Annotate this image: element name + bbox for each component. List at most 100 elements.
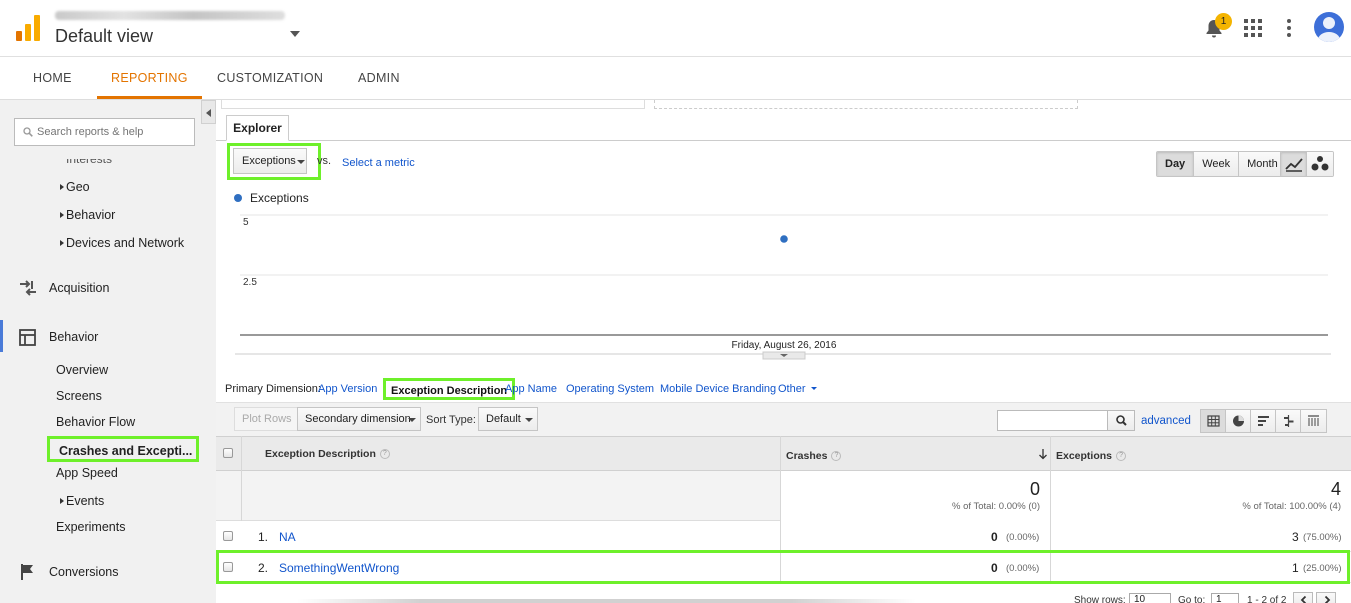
explorer-chart: 5 2.5 Friday, August 26, 2016 xyxy=(235,214,1331,360)
tab-reporting[interactable]: REPORTING xyxy=(97,57,202,99)
comparison-icon xyxy=(1284,415,1294,427)
search-input[interactable] xyxy=(37,123,187,141)
month-button[interactable]: Month xyxy=(1239,152,1286,176)
next-page-button[interactable] xyxy=(1316,592,1336,603)
table-filter-input[interactable] xyxy=(997,410,1108,431)
bar-list-icon xyxy=(1258,416,1269,426)
row-crashes-percent: (0.00%) xyxy=(1006,563,1040,574)
dimension-operating-system[interactable]: Operating System xyxy=(566,383,654,395)
row-link[interactable]: SomethingWentWrong xyxy=(279,561,399,575)
row-checkbox[interactable] xyxy=(223,562,233,572)
motion-chart-button[interactable] xyxy=(1307,152,1333,176)
data-table-view-button[interactable] xyxy=(1201,410,1226,432)
sidebar-item-events[interactable]: Events xyxy=(66,494,104,508)
y-tick-label: 2.5 xyxy=(243,277,257,288)
sidebar-item-app-speed[interactable]: App Speed xyxy=(56,466,118,480)
week-button[interactable]: Week xyxy=(1194,152,1240,176)
secondary-dimension-dropdown[interactable]: Secondary dimension xyxy=(297,407,421,431)
view-name[interactable]: Default view xyxy=(55,26,153,47)
go-to-input[interactable]: 1 xyxy=(1211,593,1239,603)
sidebar-section-conversions[interactable]: Conversions xyxy=(49,565,118,579)
collapse-sidebar-button[interactable] xyxy=(201,100,216,124)
select-all-checkbox[interactable] xyxy=(223,448,233,458)
tab-explorer[interactable]: Explorer xyxy=(226,115,289,141)
pivot-view-button[interactable] xyxy=(1301,410,1326,432)
show-rows-label: Show rows: xyxy=(1074,595,1126,603)
conversions-flag-icon xyxy=(21,564,33,580)
dimension-exception-description[interactable]: Exception Description xyxy=(383,378,516,400)
tab-divider xyxy=(216,140,1351,141)
pie-chart-icon xyxy=(1233,415,1244,427)
help-icon[interactable]: ? xyxy=(1116,451,1127,462)
row-checkbox[interactable] xyxy=(223,531,233,541)
segment-box[interactable] xyxy=(221,100,645,109)
more-options-icon[interactable] xyxy=(1287,19,1291,37)
dimension-other[interactable]: Other xyxy=(778,383,817,395)
select-metric-link[interactable]: Select a metric xyxy=(342,157,415,169)
comparison-view-button[interactable] xyxy=(1276,410,1301,432)
advanced-filter-link[interactable]: advanced xyxy=(1141,415,1191,427)
add-segment-box[interactable] xyxy=(654,100,1078,109)
sidebar-item-behavior-flow[interactable]: Behavior Flow xyxy=(56,415,135,429)
tab-admin[interactable]: ADMIN xyxy=(358,57,400,99)
row-number: 2. xyxy=(258,561,269,575)
sort-type-dropdown[interactable]: Default xyxy=(478,407,538,431)
pie-view-button[interactable] xyxy=(1226,410,1251,432)
search-box[interactable] xyxy=(14,118,195,146)
legend-swatch xyxy=(234,194,242,202)
avatar[interactable] xyxy=(1314,12,1344,42)
table-row[interactable]: 1. NA 0 (0.00%) 3 (75.00%) xyxy=(216,521,1351,552)
metric-dropdown[interactable]: Exceptions xyxy=(233,148,307,174)
sidebar-item-overview[interactable]: Overview xyxy=(56,363,108,377)
expand-triangle-icon[interactable] xyxy=(60,240,64,246)
column-header-crashes[interactable]: Crashes? xyxy=(786,450,842,462)
sidebar-section-acquisition[interactable]: Acquisition xyxy=(49,281,109,295)
expand-triangle-icon[interactable] xyxy=(60,498,64,504)
plot-rows-button[interactable]: Plot Rows xyxy=(234,407,300,431)
column-divider xyxy=(1050,436,1051,583)
day-button[interactable]: Day xyxy=(1157,152,1195,176)
column-header-exceptions[interactable]: Exceptions? xyxy=(1056,450,1127,462)
sidebar-item-audience-behavior[interactable]: Behavior xyxy=(66,208,115,222)
selected-section-indicator xyxy=(0,320,3,352)
secondary-dimension-label: Secondary dimension xyxy=(305,413,411,425)
help-icon[interactable]: ? xyxy=(831,451,842,462)
table-row[interactable]: 2. SomethingWentWrong 0 (0.00%) 1 (25.00… xyxy=(216,552,1351,583)
sidebar-section-behavior[interactable]: Behavior xyxy=(49,330,98,344)
sidebar-item-crashes-exceptions[interactable]: Crashes and Excepti... xyxy=(47,436,199,462)
dimension-app-version[interactable]: App Version xyxy=(318,383,377,395)
help-icon[interactable]: ? xyxy=(379,449,390,460)
sidebar-item-experiments[interactable]: Experiments xyxy=(56,520,125,534)
expand-triangle-icon[interactable] xyxy=(60,184,64,190)
table-filter-search-button[interactable] xyxy=(1107,410,1135,431)
table-view-buttons xyxy=(1200,409,1327,433)
performance-view-button[interactable] xyxy=(1251,410,1276,432)
column-header-label: Exception Description xyxy=(265,448,376,460)
chevron-right-icon xyxy=(1324,595,1331,603)
dimension-mobile-device-branding[interactable]: Mobile Device Branding xyxy=(660,383,776,395)
notification-badge: 1 xyxy=(1215,13,1232,30)
column-header-exception-description[interactable]: Exception Description? xyxy=(265,448,390,460)
pivot-table-icon xyxy=(1308,415,1319,426)
line-chart-button[interactable] xyxy=(1281,152,1307,176)
row-crashes-percent: (0.00%) xyxy=(1006,532,1040,543)
expand-triangle-icon[interactable] xyxy=(60,212,64,218)
dimension-app-name[interactable]: App Name xyxy=(505,383,557,395)
time-granularity-buttons: Day Week Month xyxy=(1156,151,1287,177)
sidebar-item-interests[interactable]: Interests xyxy=(66,159,112,166)
column-header-label: Exceptions xyxy=(1056,450,1113,462)
tab-customization[interactable]: CUSTOMIZATION xyxy=(217,57,323,99)
sidebar-item-geo[interactable]: Geo xyxy=(66,180,90,194)
primary-dimension-label: Primary Dimension: xyxy=(225,383,321,395)
view-dropdown-caret-icon[interactable] xyxy=(290,31,300,37)
tab-home[interactable]: HOME xyxy=(33,57,72,99)
row-link[interactable]: NA xyxy=(279,530,296,544)
sidebar-item-screens[interactable]: Screens xyxy=(56,389,102,403)
prev-page-button[interactable] xyxy=(1293,592,1313,603)
apps-grid-icon[interactable] xyxy=(1244,19,1262,37)
sidebar-item-devices-network[interactable]: Devices and Network xyxy=(66,236,184,250)
sort-descending-arrow-icon[interactable] xyxy=(1038,448,1048,460)
footer-shadow xyxy=(296,599,916,603)
show-rows-select[interactable]: 10 xyxy=(1129,593,1171,603)
analytics-logo-icon[interactable] xyxy=(16,15,40,41)
